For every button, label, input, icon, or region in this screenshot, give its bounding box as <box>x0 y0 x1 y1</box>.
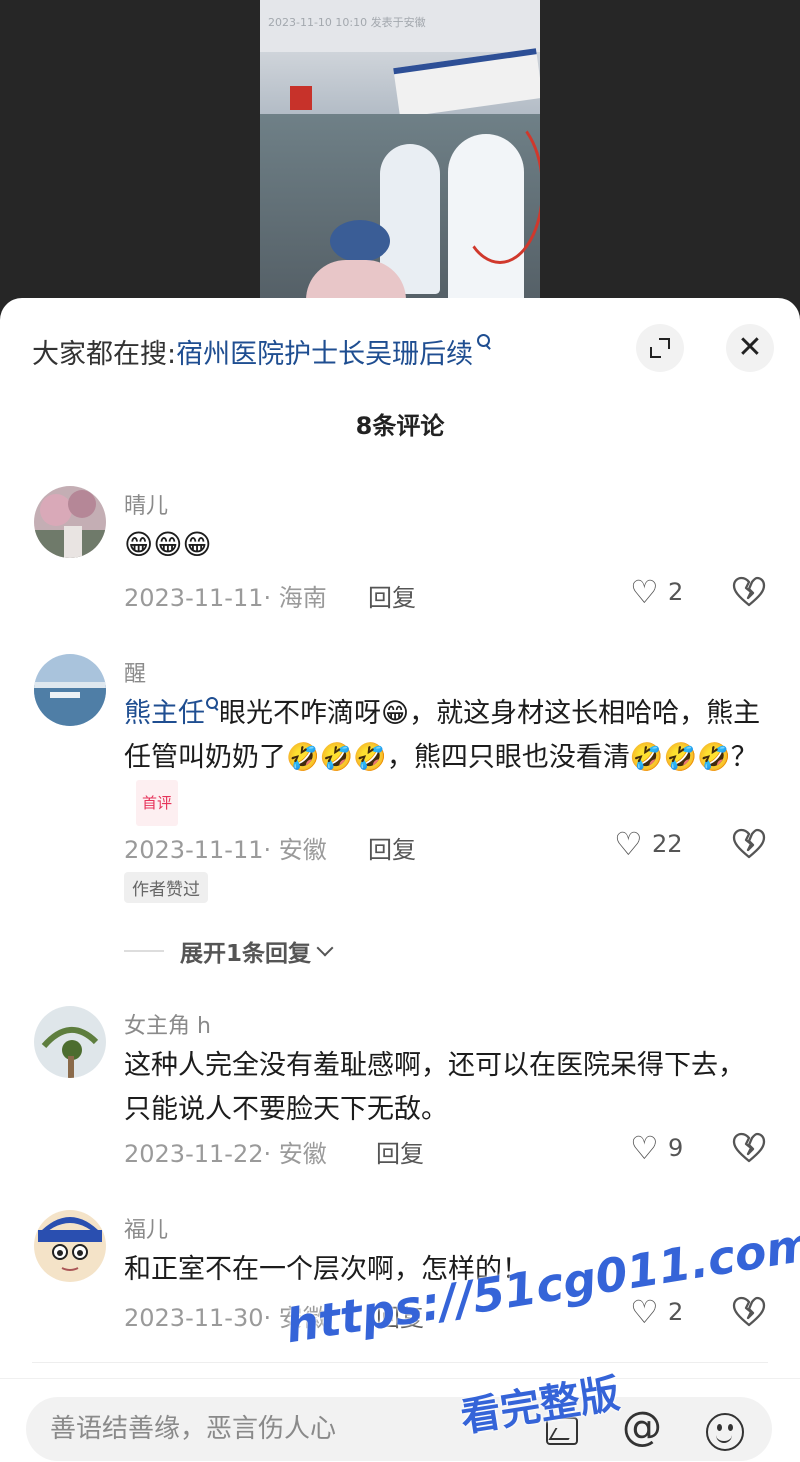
heart-icon[interactable]: ♡ <box>630 1132 659 1164</box>
video-frame: 2023-11-10 10:10 发表于安徽 <box>260 0 540 300</box>
avatar[interactable] <box>34 654 106 726</box>
comment-text: 熊主任 眼光不咋滴呀😁，就这身材这长相哈哈，熊主任管叫奶奶了🤣🤣🤣，熊四只眼也没看… <box>124 692 764 826</box>
like-count: 9 <box>668 1134 684 1162</box>
search-icon <box>475 332 493 354</box>
avatar[interactable] <box>34 1006 106 1078</box>
author-liked-badge: 作者赞过 <box>124 872 208 903</box>
chevron-down-icon <box>316 939 334 957</box>
broken-heart-icon[interactable] <box>732 828 766 860</box>
video-post-header: 2023-11-10 10:10 发表于安徽 <box>260 0 540 52</box>
broken-heart-icon[interactable] <box>732 576 766 608</box>
like-count: 2 <box>668 578 684 606</box>
trending-search-keyword[interactable]: 宿州医院护士长吴珊后续 <box>176 332 473 371</box>
heart-icon[interactable]: ♡ <box>614 828 643 860</box>
video-scene <box>260 114 540 300</box>
comment-text: 这种人完全没有羞耻感啊，还可以在医院呆得下去，只能说人不要脸天下无敌。 <box>124 1050 745 1125</box>
like-count: 2 <box>668 1298 684 1326</box>
close-button[interactable]: ✕ <box>726 324 774 372</box>
comment-author[interactable]: 福儿 <box>124 1212 168 1244</box>
comment-author[interactable]: 晴儿 <box>124 488 168 520</box>
video-caption: 2023-11-10 10:10 发表于安徽 <box>268 16 426 29</box>
expand-button[interactable] <box>636 324 684 372</box>
divider <box>124 950 164 952</box>
search-icon <box>205 696 219 714</box>
trending-search[interactable]: 大家都在搜: 宿州医院护士长吴珊后续 <box>32 328 612 374</box>
reply-button[interactable]: 回复 <box>368 578 416 613</box>
expand-replies-button[interactable]: 展开1条回复 <box>124 934 334 968</box>
nurse-cap <box>330 220 390 262</box>
video-player[interactable]: 2023-11-10 10:10 发表于安徽 <box>0 0 800 300</box>
emoji-icon[interactable] <box>706 1413 744 1451</box>
trending-search-prefix: 大家都在搜: <box>32 338 177 370</box>
comment-body: 眼光不咋滴呀😁，就这身材这长相哈哈，熊主任管叫奶奶了🤣🤣🤣，熊四只眼也没看清🤣🤣… <box>124 698 761 773</box>
comment-input-bar: @ <box>0 1378 800 1462</box>
broken-heart-icon[interactable] <box>732 1132 766 1164</box>
comment-item: 女主角 h 这种人完全没有羞耻感啊，还可以在医院呆得下去，只能说人不要脸天下无敌… <box>0 1006 800 1182</box>
expand-replies-label: 展开1条回复 <box>180 941 312 967</box>
avatar[interactable] <box>34 486 106 558</box>
heart-icon[interactable]: ♡ <box>630 1296 659 1328</box>
close-icon: ✕ <box>737 330 763 365</box>
at-mention-icon[interactable]: @ <box>622 1407 662 1447</box>
highlight-circle <box>456 114 540 264</box>
like-count: 22 <box>652 830 683 858</box>
expand-icon <box>649 337 671 359</box>
comment-author[interactable]: 女主角 h <box>124 1008 211 1040</box>
comment-emoji: 😁😁😁 <box>124 527 212 561</box>
flag <box>290 86 312 110</box>
reply-button[interactable]: 回复 <box>368 830 416 865</box>
comment-item: 醒 熊主任 眼光不咋滴呀😁，就这身材这长相哈哈，熊主任管叫奶奶了🤣🤣🤣，熊四只眼也… <box>0 654 800 914</box>
broken-heart-icon[interactable] <box>732 1296 766 1328</box>
comment-count: 8条评论 <box>355 412 445 440</box>
reply-button[interactable]: 回复 <box>376 1134 424 1169</box>
comment-item: 晴儿 😁😁😁 2023-11-11· 海南 回复 ♡ 2 <box>0 486 800 616</box>
comment-author[interactable]: 醒 <box>124 656 146 688</box>
first-comment-badge: 首评 <box>136 780 179 826</box>
comment-date-location: 2023-11-22· 安徽 <box>124 1140 327 1168</box>
comment-text: 😁😁😁 <box>124 522 764 566</box>
avatar[interactable] <box>34 1210 106 1282</box>
divider <box>32 1362 768 1363</box>
comment-date-location: 2023-11-11· 海南 <box>124 584 327 612</box>
mention-link[interactable]: 熊主任 <box>124 698 205 729</box>
heart-icon[interactable]: ♡ <box>630 576 659 608</box>
comment-date-location: 2023-11-11· 安徽 <box>124 836 327 864</box>
